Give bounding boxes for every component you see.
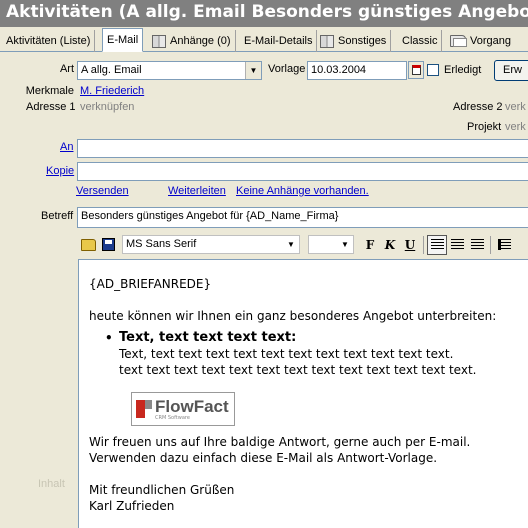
bullet-title: Text, text text text text: bbox=[119, 330, 297, 345]
versenden-link[interactable]: Versenden bbox=[76, 185, 129, 197]
tab-anhaenge[interactable]: Anhänge (0) bbox=[148, 30, 236, 52]
list-icon bbox=[497, 239, 511, 250]
tab-label: Sonstiges bbox=[338, 35, 387, 47]
underline-button[interactable]: U bbox=[400, 235, 420, 255]
align-right-icon bbox=[470, 239, 484, 250]
intro-text: heute können wir Ihnen ein ganz besonder… bbox=[89, 309, 497, 323]
art-value: A allg. Email bbox=[81, 64, 142, 76]
open-button[interactable] bbox=[78, 235, 98, 255]
align-center-button[interactable] bbox=[447, 235, 467, 255]
chevron-down-icon[interactable]: ▼ bbox=[245, 62, 261, 79]
betreff-input[interactable]: Besonders günstiges Angebot für {AD_Name… bbox=[77, 207, 528, 228]
closing-line: Verwenden dazu einfach diese E-Mail als … bbox=[89, 451, 438, 465]
an-input[interactable] bbox=[77, 139, 528, 158]
anhaenge-link[interactable]: Keine Anhänge vorhanden. bbox=[236, 185, 369, 197]
calendar-icon[interactable] bbox=[408, 61, 424, 79]
bullet-list: • Text, text text text text: Text, text … bbox=[105, 330, 528, 378]
bold-button[interactable]: F bbox=[360, 235, 380, 255]
toolbar-divider bbox=[490, 235, 491, 254]
email-body-editor[interactable]: {AD_BRIEFANREDE} heute können wir Ihnen … bbox=[78, 259, 528, 528]
font-select[interactable]: MS Sans Serif ▼ bbox=[122, 235, 300, 254]
inhalt-label: Inhalt bbox=[38, 478, 65, 490]
betreff-value: Besonders günstiges Angebot für {AD_Name… bbox=[81, 210, 339, 222]
open-folder-icon bbox=[80, 238, 96, 251]
bullet-icon: • bbox=[105, 331, 113, 345]
an-link[interactable]: An bbox=[60, 141, 73, 153]
erledigt-label: Erledigt bbox=[444, 64, 482, 76]
kopie-link[interactable]: Kopie bbox=[46, 165, 74, 177]
tab-email[interactable]: E-Mail bbox=[102, 28, 144, 52]
align-left-button[interactable] bbox=[427, 234, 447, 255]
art-select[interactable]: A allg. Email ▼ bbox=[77, 61, 262, 80]
flowfact-logo: FlowFact CRM Software bbox=[131, 392, 235, 426]
tab-bar: Aktivitäten (Liste) E-Mail Anhänge (0) E… bbox=[0, 27, 528, 52]
book-icon bbox=[320, 34, 334, 48]
flowfact-logo-icon bbox=[136, 400, 152, 418]
vorlage-value: 10.03.2004 bbox=[311, 64, 367, 76]
tab-aktivitaeten-liste[interactable]: Aktivitäten (Liste) bbox=[2, 30, 96, 52]
tab-label: E-Mail bbox=[107, 34, 139, 46]
save-icon bbox=[101, 238, 115, 251]
chevron-down-icon[interactable]: ▼ bbox=[283, 236, 299, 253]
kopie-input[interactable] bbox=[77, 162, 528, 181]
adresse1-label: Adresse 1 bbox=[26, 101, 76, 113]
adresse1-link[interactable]: verknüpfen bbox=[80, 101, 134, 113]
font-value: MS Sans Serif bbox=[126, 238, 197, 250]
projekt-link[interactable]: verk bbox=[505, 121, 526, 133]
greeting: Mit freundlichen Grüßen bbox=[89, 483, 235, 497]
adresse2-label: Adresse 2 bbox=[453, 101, 503, 113]
art-label: Art bbox=[59, 63, 74, 75]
adresse2-link[interactable]: verk bbox=[505, 101, 526, 113]
erw-button[interactable]: Erw bbox=[494, 60, 528, 81]
betreff-label: Betreff bbox=[41, 210, 74, 222]
vorlage-date-field[interactable]: 10.03.2004 bbox=[307, 61, 407, 80]
tab-label: Anhänge (0) bbox=[170, 35, 231, 47]
tab-label: Classic bbox=[402, 35, 438, 47]
merkmale-link[interactable]: M. Friederich bbox=[80, 85, 144, 97]
align-left-icon bbox=[430, 239, 444, 250]
toolbar-divider bbox=[423, 235, 424, 254]
erledigt-checkbox[interactable] bbox=[427, 64, 439, 76]
vorlage-label: Vorlage bbox=[268, 63, 306, 75]
merkmale-label: Merkmale bbox=[25, 85, 74, 97]
tab-label: Aktivitäten (Liste) bbox=[6, 35, 91, 47]
bullet-line: Text, text text text text text text text… bbox=[119, 347, 454, 361]
weiterleiten-link[interactable]: Weiterleiten bbox=[168, 185, 226, 197]
editor-toolbar: MS Sans Serif ▼ ▼ F K U bbox=[78, 232, 528, 257]
book-icon bbox=[152, 34, 166, 48]
tab-classic[interactable]: Classic bbox=[398, 30, 443, 52]
folder-icon bbox=[450, 35, 467, 47]
bullet-line: text text text text text text text text … bbox=[119, 363, 477, 377]
logo-text: FlowFact bbox=[155, 396, 229, 416]
tab-vorgang[interactable]: Vorgang bbox=[446, 30, 515, 52]
projekt-label: Projekt bbox=[467, 121, 502, 133]
align-center-icon bbox=[450, 239, 464, 250]
chevron-down-icon[interactable]: ▼ bbox=[337, 236, 353, 253]
closing-line: Wir freuen uns auf Ihre baldige Antwort,… bbox=[89, 435, 471, 449]
tab-sonstiges[interactable]: Sonstiges bbox=[316, 30, 392, 52]
window-title: Aktivitäten (A allg. Email Besonders gün… bbox=[0, 0, 528, 27]
size-select[interactable]: ▼ bbox=[308, 235, 354, 254]
tab-label: E-Mail-Details bbox=[244, 35, 313, 47]
salutation: {AD_BRIEFANREDE} bbox=[89, 277, 212, 291]
tab-label: Vorgang bbox=[470, 35, 511, 47]
save-button[interactable] bbox=[98, 235, 118, 255]
tab-email-details[interactable]: E-Mail-Details bbox=[240, 30, 318, 52]
italic-button[interactable]: K bbox=[380, 235, 400, 255]
align-right-button[interactable] bbox=[467, 235, 487, 255]
list-button[interactable] bbox=[494, 235, 514, 255]
signature: Karl Zufrieden bbox=[89, 499, 175, 513]
